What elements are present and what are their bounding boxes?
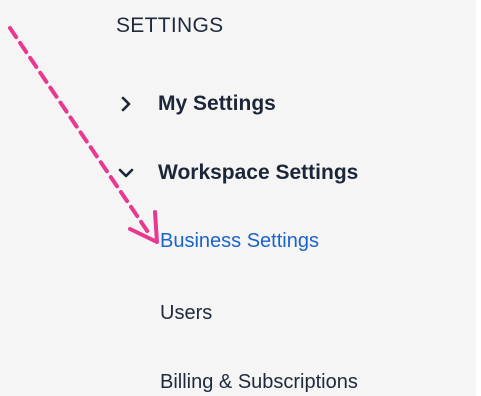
dashed-arrow-icon <box>8 26 152 237</box>
nav-group-label: Workspace Settings <box>158 161 359 184</box>
settings-heading: SETTINGS <box>116 14 224 37</box>
nav-group-workspace-settings[interactable]: Workspace Settings <box>118 161 358 185</box>
arrowhead-icon <box>128 210 159 244</box>
nav-item-users[interactable]: Users <box>160 302 212 325</box>
chevron-down-icon <box>118 168 134 178</box>
nav-group-label: My Settings <box>158 92 276 115</box>
panel-edge <box>476 0 481 396</box>
settings-sidebar: SETTINGS My Settings Workspace Settings … <box>0 0 481 396</box>
annotation-arrow <box>8 26 159 244</box>
nav-group-my-settings[interactable]: My Settings <box>118 92 276 116</box>
chevron-right-icon <box>121 96 131 112</box>
nav-item-business-settings[interactable]: Business Settings <box>160 230 319 253</box>
nav-item-billing-subscriptions[interactable]: Billing & Subscriptions <box>160 371 358 394</box>
